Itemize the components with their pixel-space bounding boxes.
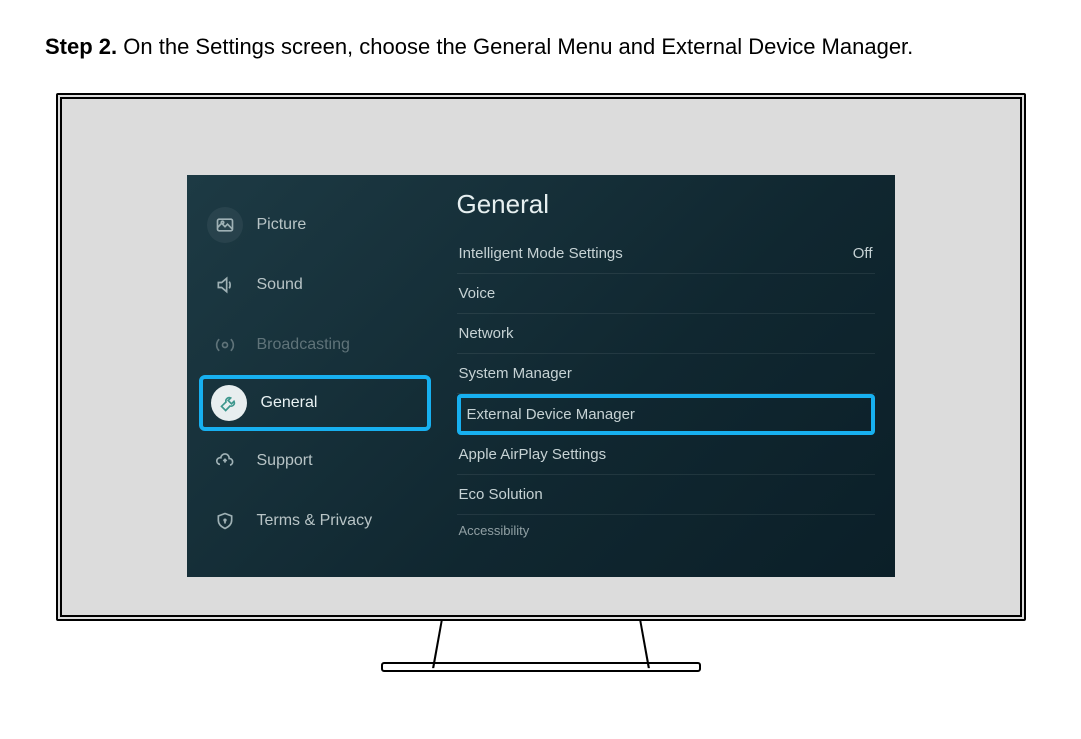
option-label: External Device Manager — [467, 406, 635, 423]
option-voice[interactable]: Voice — [457, 274, 875, 314]
option-label: Apple AirPlay Settings — [459, 446, 607, 463]
sidebar-item-label: Sound — [257, 276, 303, 294]
shield-icon — [207, 503, 243, 539]
sidebar-item-label: Picture — [257, 216, 307, 234]
sidebar-item-label: Support — [257, 452, 313, 470]
option-external-device-manager[interactable]: External Device Manager — [457, 394, 875, 435]
sidebar-item-label: Broadcasting — [257, 336, 350, 354]
sidebar-item-general[interactable]: General — [199, 375, 431, 431]
option-label: Intelligent Mode Settings — [459, 245, 623, 262]
option-intelligent-mode[interactable]: Intelligent Mode Settings Off — [457, 234, 875, 274]
cloud-icon — [207, 443, 243, 479]
settings-content: General Intelligent Mode Settings Off Vo… — [437, 175, 895, 577]
step-label: Step 2. — [45, 34, 117, 59]
option-label: System Manager — [459, 365, 572, 382]
option-label: Eco Solution — [459, 486, 543, 503]
option-label: Network — [459, 325, 514, 342]
settings-sidebar: Picture Sound — [187, 175, 437, 577]
broadcast-icon — [207, 327, 243, 363]
sidebar-item-terms-privacy[interactable]: Terms & Privacy — [199, 491, 431, 551]
step-text: On the Settings screen, choose the Gener… — [123, 34, 913, 59]
option-apple-airplay[interactable]: Apple AirPlay Settings — [457, 435, 875, 475]
sidebar-item-broadcasting[interactable]: Broadcasting — [199, 315, 431, 375]
option-eco-solution[interactable]: Eco Solution — [457, 475, 875, 515]
monitor: Picture Sound — [56, 93, 1026, 672]
sidebar-item-sound[interactable]: Sound — [199, 255, 431, 315]
sidebar-item-label: General — [261, 394, 318, 412]
picture-icon — [207, 207, 243, 243]
sidebar-item-label: Terms & Privacy — [257, 512, 373, 530]
wrench-icon — [211, 385, 247, 421]
option-accessibility[interactable]: Accessibility — [457, 515, 875, 549]
sidebar-item-picture[interactable]: Picture — [199, 195, 431, 255]
monitor-screen: Picture Sound — [56, 93, 1026, 621]
option-label: Accessibility — [459, 523, 530, 538]
option-value: Off — [853, 245, 873, 262]
sound-icon — [207, 267, 243, 303]
sidebar-item-support[interactable]: Support — [199, 431, 431, 491]
monitor-stand — [56, 619, 1026, 672]
content-title: General — [457, 189, 875, 234]
option-system-manager[interactable]: System Manager — [457, 354, 875, 394]
option-label: Voice — [459, 285, 496, 302]
settings-screen: Picture Sound — [187, 175, 895, 577]
option-network[interactable]: Network — [457, 314, 875, 354]
step-instruction: Step 2. On the Settings screen, choose t… — [45, 30, 1036, 63]
